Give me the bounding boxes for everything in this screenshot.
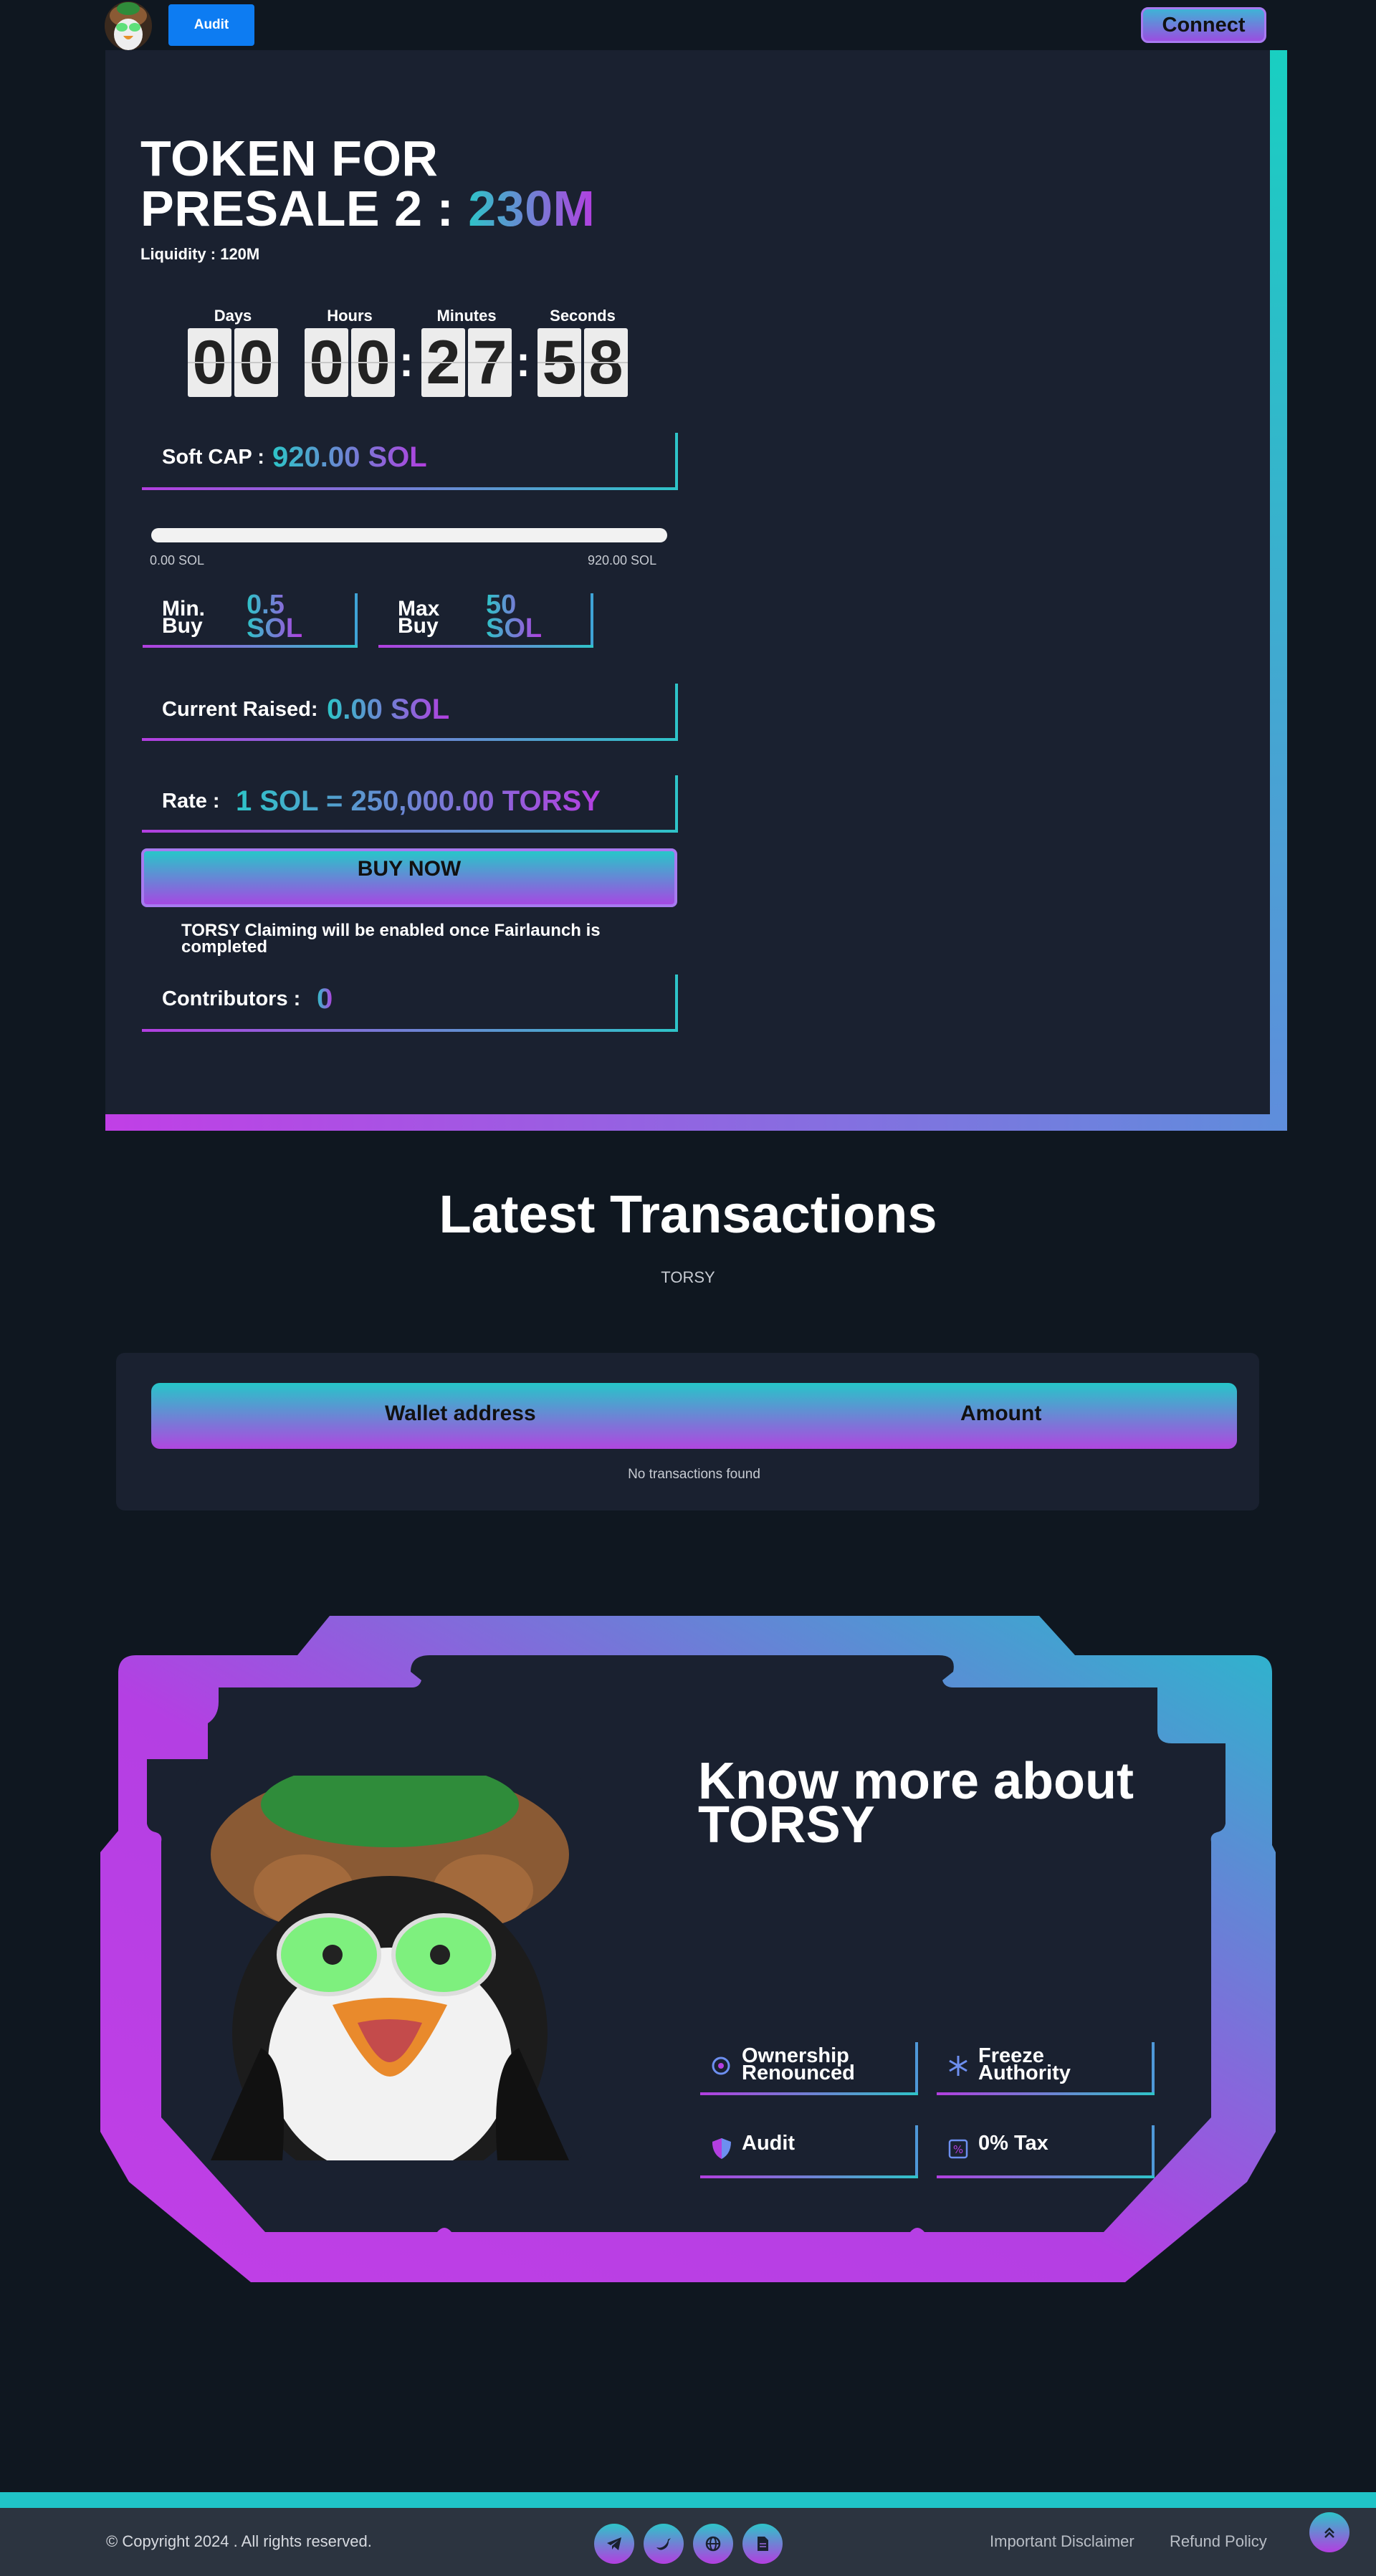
twitter-icon[interactable]	[644, 2524, 684, 2564]
max-buy-label: Max Buy	[398, 597, 440, 638]
seconds-digit: 8	[584, 328, 628, 397]
footer-accent-line	[0, 2492, 1376, 2508]
about-title: Know more about TORSY	[698, 1753, 1134, 1854]
max-buy-box: Max Buy 50 SOL	[378, 589, 593, 648]
title-amount: 230M	[468, 181, 596, 236]
soft-cap-value: 920.00 SOL	[272, 441, 427, 473]
current-raised-box: Current Raised: 0.00 SOL	[142, 684, 678, 741]
seconds-digit: 5	[538, 328, 581, 397]
minutes-digit: 2	[421, 328, 465, 397]
min-buy-label: Min. Buy	[162, 597, 205, 638]
feature-label: 0% Tax	[978, 2132, 1048, 2155]
feature-ownership-renounced: Ownership Renounced	[700, 2036, 918, 2095]
important-disclaimer-link[interactable]: Important Disclaimer	[990, 2532, 1134, 2551]
percent-icon: %	[947, 2135, 970, 2161]
title-prefix: PRESALE 2 :	[140, 181, 454, 236]
min-buy-box: Min. Buy 0.5 SOL	[143, 589, 358, 648]
days-digit: 0	[188, 328, 231, 397]
minutes-digit: 7	[468, 328, 512, 397]
document-icon[interactable]	[742, 2524, 783, 2564]
contributors-box: Contributors : 0	[142, 975, 678, 1032]
current-raised-value: 0.00 SOL	[327, 694, 450, 725]
days-digit: 0	[234, 328, 278, 397]
feature-zero-tax: % 0% Tax	[937, 2120, 1155, 2178]
hours-label: Hours	[327, 307, 373, 325]
transactions-table-header: Wallet address Amount	[151, 1383, 1237, 1449]
chevron-up-icon	[1324, 2527, 1334, 2538]
shield-icon	[710, 2135, 733, 2161]
soft-cap-box: Soft CAP : 920.00 SOL	[142, 433, 678, 490]
copyright-text: © Copyright 2024 . All rights reserved.	[106, 2532, 372, 2550]
presale-title: TOKEN FOR PRESALE 2 : 230M	[140, 133, 595, 234]
min-buy-value: 0.5 SOL	[247, 590, 303, 644]
liquidity-text: Liquidity : 120M	[140, 245, 260, 263]
title-line-1: TOKEN FOR	[140, 130, 439, 186]
contributors-label: Contributors :	[162, 987, 301, 1010]
countdown-seconds: Seconds 5 8	[538, 307, 628, 397]
countdown-separator: :	[516, 337, 530, 386]
progress-min-label: 0.00 SOL	[150, 553, 205, 568]
rate-label: Rate :	[162, 790, 220, 813]
rate-value: 1 SOL = 250,000.00 TORSY	[236, 785, 601, 817]
penguin-logo-icon[interactable]	[105, 1, 152, 50]
ownership-icon	[710, 2052, 733, 2078]
hours-digit: 0	[351, 328, 395, 397]
countdown-days: Days 0 0	[188, 307, 278, 397]
hours-digit: 0	[305, 328, 348, 397]
footer: © Copyright 2024 . All rights reserved. …	[0, 2508, 1376, 2576]
max-buy-value: 50 SOL	[486, 590, 543, 644]
column-wallet-address: Wallet address	[385, 1402, 536, 1425]
transactions-title: Latest Transactions	[439, 1184, 937, 1244]
globe-icon[interactable]	[693, 2524, 733, 2564]
column-amount: Amount	[960, 1402, 1042, 1425]
raise-progress-bar	[151, 528, 667, 542]
soft-cap-label: Soft CAP :	[162, 446, 264, 469]
feature-label: Audit	[742, 2132, 796, 2155]
rate-box: Rate : 1 SOL = 250,000.00 TORSY	[142, 775, 678, 833]
feature-label: Ownership Renounced	[742, 2044, 855, 2084]
svg-text:%: %	[953, 2143, 963, 2156]
presale-card-frame-right	[1270, 50, 1287, 1131]
days-label: Days	[214, 307, 252, 325]
transactions-subtitle: TORSY	[661, 1268, 715, 1286]
countdown-minutes: Minutes 2 7	[421, 307, 512, 397]
countdown-hours: Hours 0 0	[305, 307, 395, 397]
transactions-empty-state: No transactions found	[628, 1467, 760, 1482]
minutes-label: Minutes	[436, 307, 497, 325]
top-bar: Audit Connect	[0, 0, 1376, 52]
feature-audit: Audit	[700, 2120, 918, 2178]
seconds-label: Seconds	[550, 307, 616, 325]
contributors-value: 0	[317, 983, 333, 1015]
feature-label: Freeze Authority	[978, 2044, 1071, 2084]
penguin-mascot-image	[196, 1776, 583, 2160]
progress-max-label: 920.00 SOL	[588, 553, 657, 568]
refund-policy-link[interactable]: Refund Policy	[1170, 2532, 1267, 2551]
telegram-icon[interactable]	[594, 2524, 634, 2564]
feature-freeze-authority: Freeze Authority	[937, 2036, 1155, 2095]
claim-note: TORSY Claiming will be enabled once Fair…	[181, 921, 601, 957]
buy-now-button[interactable]: BUY NOW	[141, 848, 677, 907]
title-line-2: PRESALE 2 : 230M	[140, 183, 595, 234]
scroll-to-top-button[interactable]	[1309, 2512, 1349, 2552]
audit-button[interactable]: Audit	[168, 4, 254, 46]
snowflake-icon	[947, 2052, 970, 2078]
countdown-separator: :	[399, 337, 414, 386]
current-raised-label: Current Raised:	[162, 698, 318, 721]
connect-wallet-button[interactable]: Connect	[1141, 7, 1266, 43]
